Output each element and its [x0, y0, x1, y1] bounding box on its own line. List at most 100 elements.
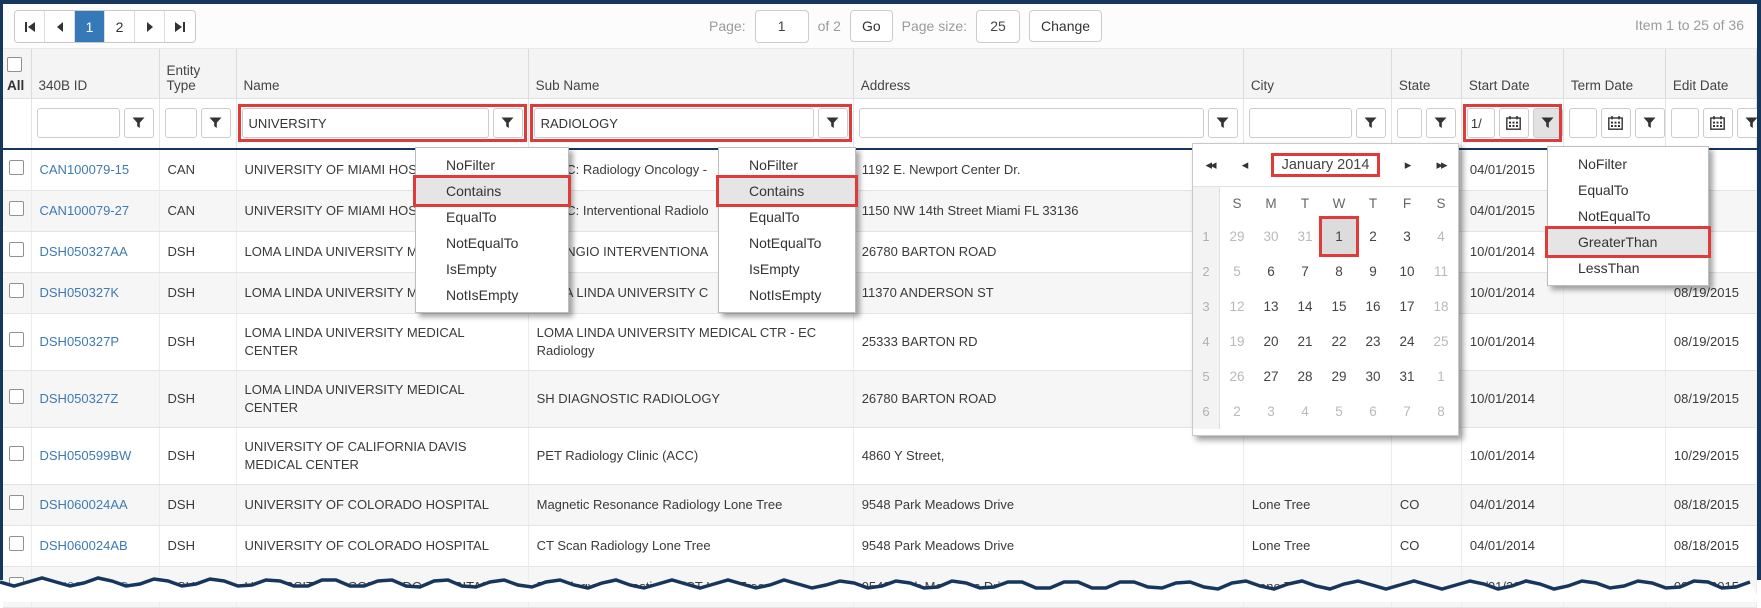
- calendar-day[interactable]: 3: [1254, 394, 1288, 429]
- filter-input-name[interactable]: [242, 108, 489, 138]
- page-1-button[interactable]: 1: [75, 11, 105, 42]
- calendar-day[interactable]: 1: [1322, 219, 1356, 254]
- 340b-id-link[interactable]: DSH050327Z: [40, 391, 119, 406]
- calendar-day[interactable]: 11: [1424, 254, 1458, 289]
- page-2-button[interactable]: 2: [105, 11, 135, 42]
- 340b-id-link[interactable]: DSH060024AA: [40, 497, 128, 512]
- calendar-day[interactable]: 1: [1424, 359, 1458, 394]
- calendar-day[interactable]: 7: [1288, 254, 1322, 289]
- calendar-day[interactable]: 14: [1288, 289, 1322, 324]
- filter-button-city[interactable]: [1356, 108, 1386, 138]
- filter-menu-item-notisempty[interactable]: NotIsEmpty: [719, 282, 855, 308]
- calendar-day[interactable]: 19: [1220, 324, 1254, 359]
- calendar-day[interactable]: 20: [1254, 324, 1288, 359]
- filter-button-sub-name[interactable]: [818, 108, 848, 138]
- filter-menu-item-nofilter[interactable]: NoFilter: [416, 152, 568, 178]
- 340b-id-link[interactable]: DSH050599BW: [40, 448, 132, 463]
- calendar-day[interactable]: 25: [1424, 324, 1458, 359]
- filter-button-term-date[interactable]: [1635, 108, 1665, 138]
- select-all-checkbox[interactable]: [7, 57, 22, 72]
- calendar-day[interactable]: 4: [1424, 219, 1458, 254]
- calendar-day[interactable]: 31: [1390, 359, 1424, 394]
- row-checkbox[interactable]: [9, 332, 24, 347]
- filter-menu-item-equalto[interactable]: EqualTo: [719, 204, 855, 230]
- calendar-day[interactable]: 21: [1288, 324, 1322, 359]
- calendar-day[interactable]: 23: [1356, 324, 1390, 359]
- filter-menu-item-contains[interactable]: Contains: [416, 178, 568, 204]
- calendar-day[interactable]: 30: [1356, 359, 1390, 394]
- filter-button-entity-type[interactable]: [201, 108, 231, 138]
- 340b-id-link[interactable]: DSH050327AA: [40, 244, 128, 259]
- next-page-button[interactable]: [135, 11, 165, 42]
- go-button[interactable]: Go: [850, 10, 893, 42]
- calendar-day[interactable]: 8: [1322, 254, 1356, 289]
- calendar-day[interactable]: 24: [1390, 324, 1424, 359]
- filter-input-state[interactable]: [1397, 108, 1422, 138]
- calendar-day[interactable]: 5: [1220, 254, 1254, 289]
- 340b-id-link[interactable]: CAN100079-27: [40, 203, 130, 218]
- filter-menu-item-isempty[interactable]: IsEmpty: [416, 256, 568, 282]
- calendar-day[interactable]: 3: [1390, 219, 1424, 254]
- filter-button-start-date[interactable]: [1533, 108, 1563, 138]
- calendar-day[interactable]: 27: [1254, 359, 1288, 394]
- calendar-day[interactable]: 6: [1356, 394, 1390, 429]
- calendar-day[interactable]: 9: [1356, 254, 1390, 289]
- calendar-day[interactable]: 4: [1288, 394, 1322, 429]
- filter-input-sub-name[interactable]: [534, 108, 814, 138]
- filter-button-state[interactable]: [1426, 108, 1456, 138]
- filter-menu-item-notequalto[interactable]: NotEqualTo: [416, 230, 568, 256]
- date-picker-button-start-date[interactable]: [1499, 108, 1529, 138]
- filter-input-term-date[interactable]: [1569, 108, 1597, 138]
- row-checkbox[interactable]: [9, 201, 24, 216]
- calendar-fast-previous-icon[interactable]: ◂◂: [1193, 157, 1227, 173]
- filter-button-name[interactable]: [493, 108, 523, 138]
- row-checkbox[interactable]: [9, 389, 24, 404]
- calendar-day[interactable]: 2: [1220, 394, 1254, 429]
- filter-button-address[interactable]: [1208, 108, 1238, 138]
- calendar-fast-next-icon[interactable]: ▸▸: [1424, 157, 1458, 173]
- calendar-title[interactable]: January 2014: [1261, 156, 1390, 174]
- first-page-button[interactable]: [15, 11, 45, 42]
- calendar-day[interactable]: 22: [1322, 324, 1356, 359]
- filter-menu-item-equalto[interactable]: EqualTo: [1548, 177, 1708, 203]
- 340b-id-link[interactable]: DSH050327P: [40, 334, 120, 349]
- calendar-day[interactable]: 7: [1390, 394, 1424, 429]
- page-size-input[interactable]: [976, 10, 1020, 43]
- 340b-id-link[interactable]: DSH060024AB: [40, 538, 128, 553]
- calendar-day[interactable]: 12: [1220, 289, 1254, 324]
- filter-menu-item-notequalto[interactable]: NotEqualTo: [719, 230, 855, 256]
- calendar-day[interactable]: 6: [1254, 254, 1288, 289]
- filter-menu-item-contains[interactable]: Contains: [719, 178, 855, 204]
- filter-input-city[interactable]: [1249, 108, 1352, 138]
- calendar-day[interactable]: 13: [1254, 289, 1288, 324]
- filter-menu-item-equalto[interactable]: EqualTo: [416, 204, 568, 230]
- filter-button-340b-id[interactable]: [124, 108, 154, 138]
- row-checkbox[interactable]: [9, 536, 24, 551]
- filter-menu-item-notisempty[interactable]: NotIsEmpty: [416, 282, 568, 308]
- row-checkbox[interactable]: [9, 242, 24, 257]
- calendar-day[interactable]: 17: [1390, 289, 1424, 324]
- filter-input-entity-type[interactable]: [165, 108, 197, 138]
- filter-input-340b-id[interactable]: [37, 108, 120, 138]
- calendar-day[interactable]: 16: [1356, 289, 1390, 324]
- page-number-input[interactable]: [755, 10, 809, 43]
- date-picker-button-edit-date[interactable]: [1703, 108, 1733, 138]
- calendar-day[interactable]: 29: [1322, 359, 1356, 394]
- prev-page-button[interactable]: [45, 11, 75, 42]
- 340b-id-link[interactable]: DSH050327K: [40, 285, 120, 300]
- row-checkbox[interactable]: [9, 283, 24, 298]
- filter-input-start-date[interactable]: [1467, 108, 1495, 138]
- last-page-button[interactable]: [165, 11, 195, 42]
- change-button[interactable]: Change: [1029, 10, 1102, 42]
- row-checkbox[interactable]: [9, 446, 24, 461]
- calendar-day[interactable]: 28: [1288, 359, 1322, 394]
- filter-menu-item-isempty[interactable]: IsEmpty: [719, 256, 855, 282]
- row-checkbox[interactable]: [9, 495, 24, 510]
- filter-menu-item-notequalto[interactable]: NotEqualTo: [1548, 203, 1708, 229]
- filter-input-edit-date[interactable]: [1671, 108, 1699, 138]
- date-picker-button-term-date[interactable]: [1601, 108, 1631, 138]
- 340b-id-link[interactable]: CAN100079-15: [40, 162, 130, 177]
- filter-menu-item-nofilter[interactable]: NoFilter: [1548, 151, 1708, 177]
- calendar-day[interactable]: 26: [1220, 359, 1254, 394]
- calendar-previous-icon[interactable]: ◂: [1227, 157, 1261, 173]
